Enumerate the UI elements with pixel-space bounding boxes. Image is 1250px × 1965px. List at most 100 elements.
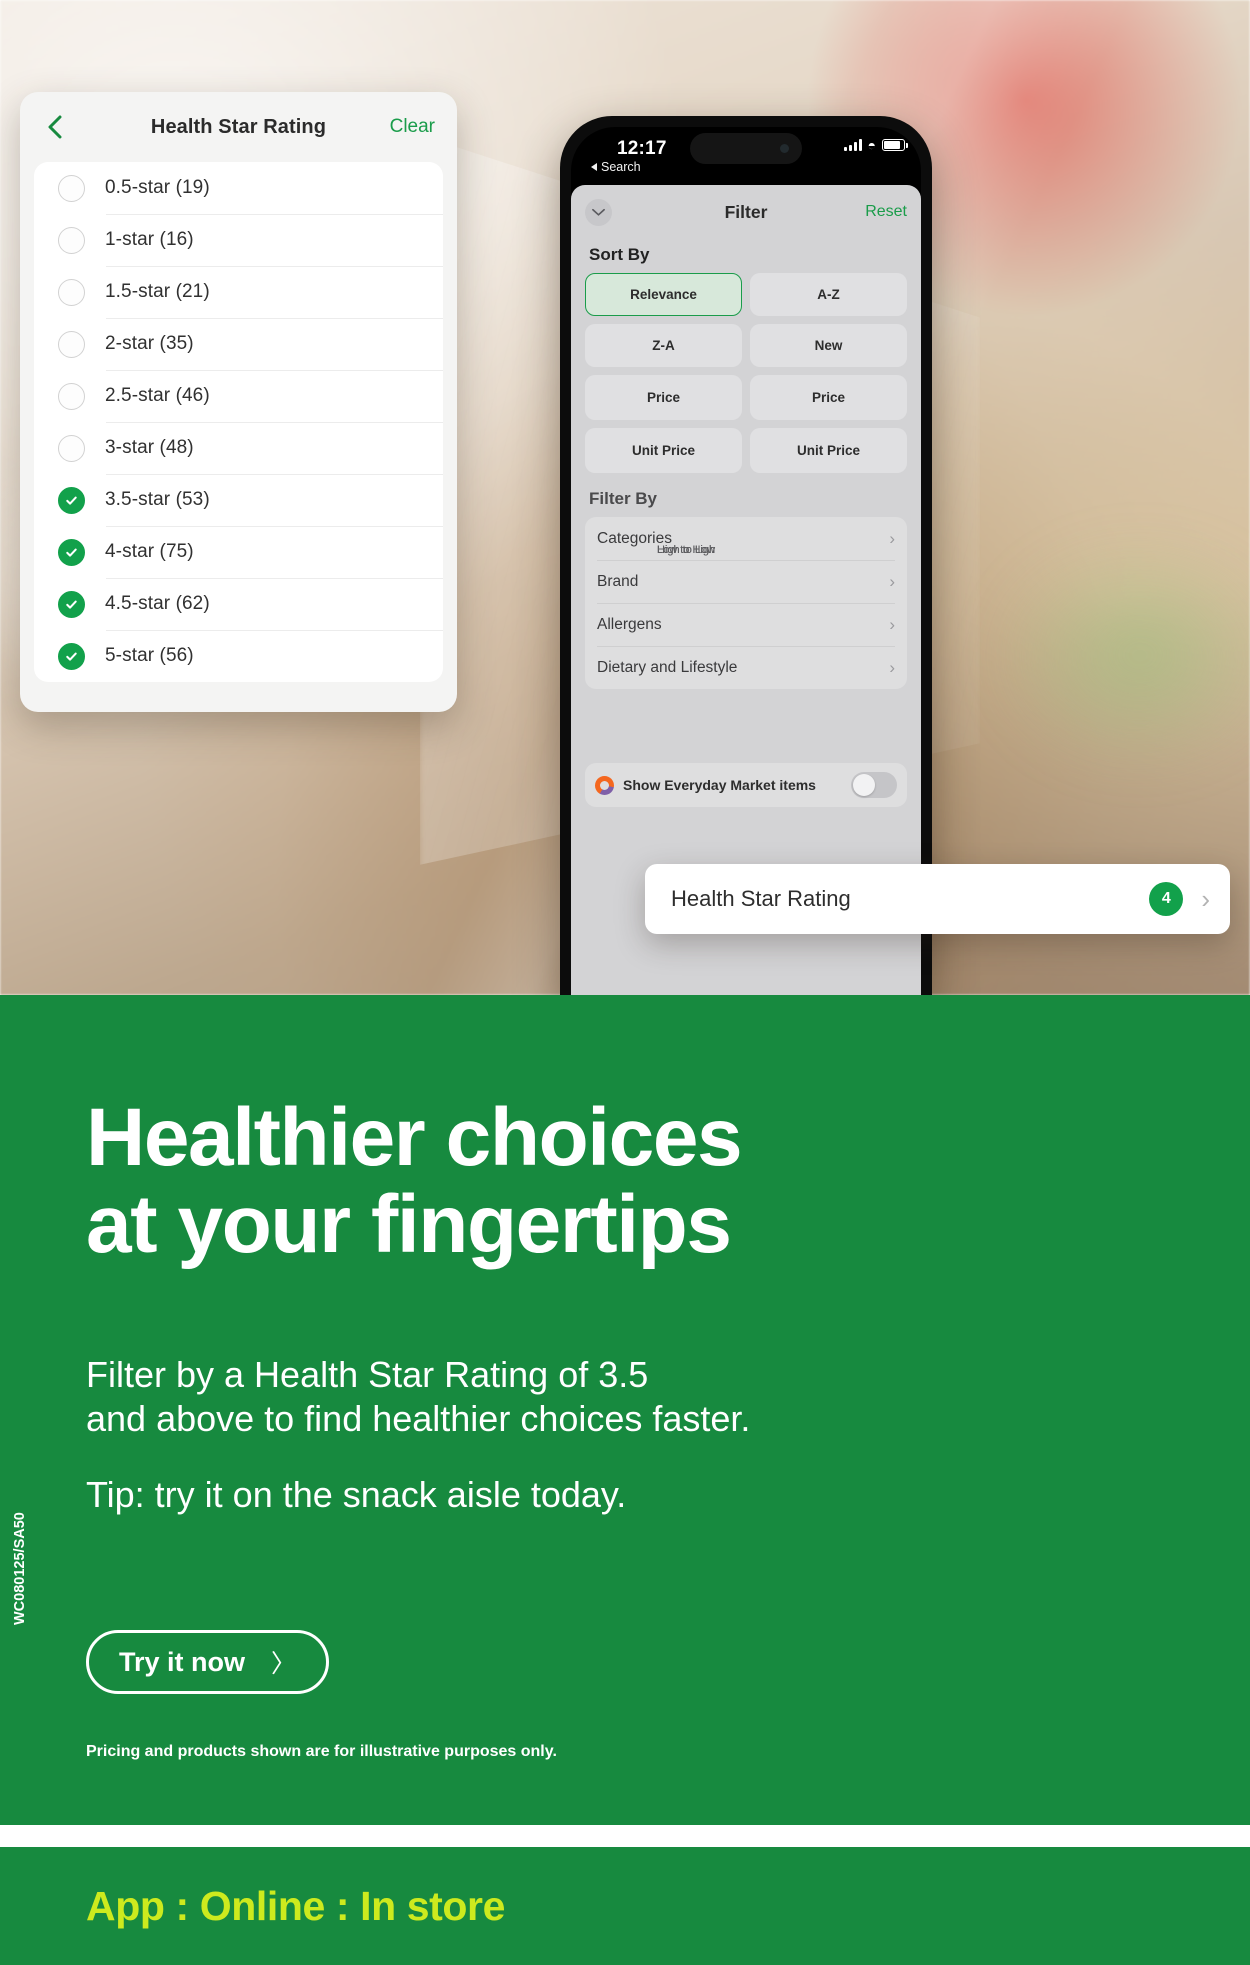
list-item-label: 1.5-star (21)	[105, 281, 210, 302]
list-item-label: 1-star (16)	[105, 229, 194, 250]
checkbox-unchecked-icon[interactable]	[58, 434, 85, 462]
checkbox-unchecked-icon[interactable]	[58, 226, 85, 254]
checkbox-checked-icon[interactable]	[58, 590, 85, 618]
side-campaign-code: WC080125/SA50	[12, 1512, 28, 1625]
wifi-icon: ◓	[867, 137, 876, 153]
sort-option-label: Unit Price	[796, 443, 861, 458]
health-star-rating-panel: Health Star Rating Clear 0.5-star (19) 1…	[20, 92, 457, 712]
chevron-right-icon: ›	[889, 615, 895, 634]
list-item-label: 0.5-star (19)	[105, 177, 210, 198]
sort-option-label: Price	[811, 390, 846, 405]
list-item-label: 4-star (75)	[105, 541, 194, 562]
checkbox-unchecked-icon[interactable]	[58, 278, 85, 306]
list-item[interactable]: 2-star (35)	[34, 318, 443, 370]
list-item[interactable]: 1-star (16)	[34, 214, 443, 266]
sheet-header: Filter Reset	[585, 185, 907, 239]
list-item[interactable]: 4.5-star (62)	[34, 578, 443, 630]
panel-header: Health Star Rating Clear	[20, 92, 457, 162]
list-item-label: 4.5-star (62)	[105, 593, 210, 614]
clear-button[interactable]: Clear	[390, 116, 435, 138]
filter-row-label: Dietary and Lifestyle	[597, 658, 738, 676]
sort-option-label: Relevance	[630, 287, 697, 302]
list-item[interactable]: 1.5-star (21)	[34, 266, 443, 318]
checkbox-unchecked-icon[interactable]	[58, 382, 85, 410]
health-star-rating-highlight-row[interactable]: Health Star Rating 4 ›	[645, 864, 1230, 934]
cellular-bars-icon	[843, 139, 862, 151]
sort-option-unit-price-low-high[interactable]: Unit Price Low to High	[585, 428, 742, 556]
list-item[interactable]: 3.5-star (53)	[34, 474, 443, 526]
filter-row-allergens[interactable]: Allergens ›	[585, 603, 907, 646]
sort-option-z-a[interactable]: Z-A	[585, 324, 742, 367]
sort-option-unit-price-high-low[interactable]: Unit Price High to Low	[657, 428, 907, 556]
status-back-app[interactable]: Search	[591, 160, 641, 174]
chevron-right-icon: ›	[889, 658, 895, 677]
checkbox-checked-icon[interactable]	[58, 538, 85, 566]
list-item[interactable]: 5-star (56)	[34, 630, 443, 682]
list-item[interactable]: 0.5-star (19)	[34, 162, 443, 214]
checkbox-unchecked-icon[interactable]	[58, 174, 85, 202]
list-item-label: 5-star (56)	[105, 645, 194, 666]
checkbox-checked-icon[interactable]	[58, 486, 85, 514]
camera-dot-icon	[780, 144, 789, 153]
page-title: Healthier choices at your fingertips	[86, 1092, 743, 1270]
sort-option-label: New	[814, 338, 843, 353]
checkbox-checked-icon[interactable]	[58, 642, 85, 670]
status-bar: 12:17 Search ◓	[571, 127, 921, 185]
sort-option-price-low-high[interactable]: Price Low to High	[585, 375, 742, 556]
list-item[interactable]: 3-star (48)	[34, 422, 443, 474]
list-item-label: 3.5-star (53)	[105, 489, 210, 510]
dynamic-island	[690, 133, 802, 164]
sort-option-label: A-Z	[817, 287, 840, 302]
status-badge: 4	[1149, 882, 1184, 916]
promo-subtext: Filter by a Health Star Rating of 3.5 an…	[86, 1353, 750, 1441]
everyday-market-icon	[595, 775, 614, 795]
everyday-market-label: Show Everyday Market items	[623, 777, 816, 793]
sheet-title: Filter	[724, 201, 768, 222]
promo-section: Healthier choices at your fingertips Fil…	[0, 995, 1250, 1825]
chevron-right-icon: ›	[1201, 884, 1210, 914]
filter-row-brand[interactable]: Brand ›	[585, 560, 907, 603]
reset-button[interactable]: Reset	[865, 203, 907, 221]
sort-option-label: Z-A	[652, 338, 675, 353]
list-item-label: 3-star (48)	[105, 437, 194, 458]
promo-subtext-line-2: and above to find healthier choices fast…	[86, 1397, 751, 1439]
chevron-right-icon: ›	[889, 529, 895, 548]
filter-row-categories[interactable]: Categories ›	[585, 517, 907, 560]
headline-line-1: Healthier choices	[86, 1092, 743, 1183]
list-item-label: 2-star (35)	[105, 333, 194, 354]
disclaimer-text: Pricing and products shown are for illus…	[86, 1743, 557, 1760]
filter-by-label: Filter By	[589, 489, 658, 508]
list-item[interactable]: 4-star (75)	[34, 526, 443, 578]
filter-row-label: Allergens	[597, 615, 662, 633]
divider	[0, 1825, 1250, 1847]
sort-options-grid: Relevance A-Z Z-A New Price Low to High …	[585, 273, 907, 556]
chevron-left-icon[interactable]	[42, 114, 68, 140]
sort-option-relevance[interactable]: Relevance	[585, 273, 742, 316]
sort-option-price-high-low[interactable]: Price High to Low	[657, 375, 907, 556]
chevron-right-icon: 〉	[271, 1650, 297, 1678]
back-triangle-icon	[591, 163, 597, 171]
list-item-label: 2.5-star (46)	[105, 385, 210, 406]
checkbox-unchecked-icon[interactable]	[58, 330, 85, 358]
rating-options-list: 0.5-star (19) 1-star (16) 1.5-star (21) …	[34, 162, 443, 682]
everyday-market-toggle[interactable]	[851, 772, 897, 798]
chevron-right-icon: ›	[889, 572, 895, 591]
status-back-app-label: Search	[601, 160, 641, 174]
everyday-market-row[interactable]: Show Everyday Market items	[585, 763, 907, 807]
sort-option-label: Unit Price	[631, 443, 696, 458]
list-item[interactable]: 2.5-star (46)	[34, 370, 443, 422]
status-indicators: ◓	[843, 137, 908, 153]
sort-option-a-z[interactable]: A-Z	[750, 273, 907, 316]
hero-bokeh-right	[990, 540, 1250, 770]
footer-bar: App : Online : In store	[0, 1847, 1250, 1965]
try-it-now-button[interactable]: Try it now 〉	[86, 1630, 330, 1694]
footer-channels: App : Online : In store	[86, 1882, 506, 1929]
filter-row-label: Categories	[597, 529, 672, 547]
filter-by-list: Categories › Brand › Allergens › Dietary…	[585, 517, 907, 689]
status-time: 12:17	[617, 138, 667, 159]
headline-line-2: at your fingertips	[86, 1178, 732, 1270]
sort-option-new[interactable]: New	[750, 324, 907, 367]
filter-row-dietary-lifestyle[interactable]: Dietary and Lifestyle ›	[585, 646, 907, 689]
highlight-row-label: Health Star Rating	[671, 886, 851, 911]
battery-icon	[882, 139, 908, 151]
